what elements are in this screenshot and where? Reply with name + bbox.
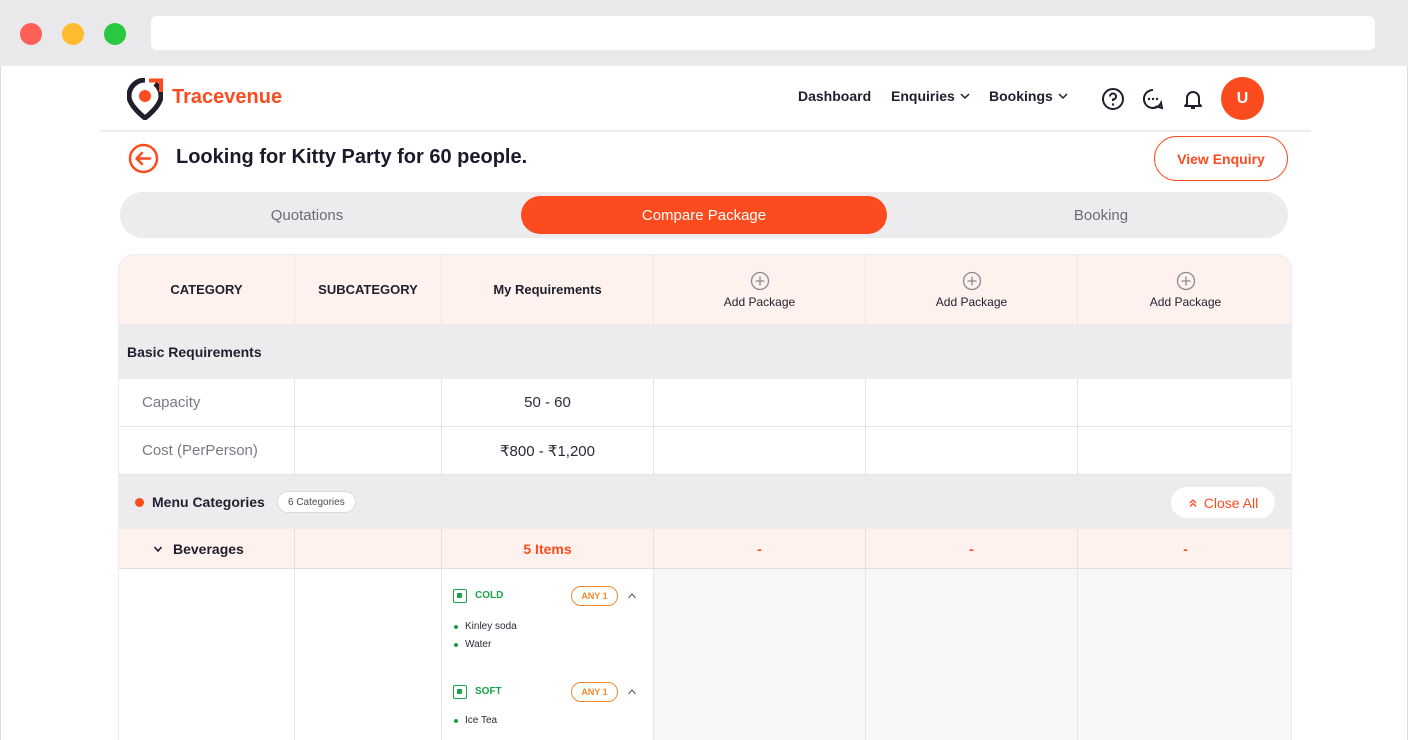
package-cell (1078, 427, 1291, 474)
package-cell (866, 379, 1078, 426)
double-chevron-up-icon (1189, 498, 1197, 507)
package-cell (1078, 379, 1291, 426)
tab-bar: Quotations Compare Package Booking (120, 192, 1288, 238)
row-subcategory (295, 379, 442, 426)
help-icon[interactable] (1101, 87, 1125, 111)
add-package-button[interactable]: Add Package (654, 255, 866, 324)
close-all-button[interactable]: Close All (1170, 486, 1276, 519)
add-package-label: Add Package (935, 294, 1008, 309)
package-cell (654, 379, 866, 426)
package-cell (866, 569, 1078, 740)
package-cell (1078, 569, 1291, 740)
package-cell (654, 569, 866, 740)
beverages-items-count: 5 Items (442, 529, 654, 568)
add-circle-icon (750, 271, 769, 290)
section-title: Basic Requirements (127, 344, 262, 360)
row-subcategory (295, 427, 442, 474)
chat-icon[interactable] (1141, 87, 1165, 111)
veg-icon (453, 685, 467, 699)
add-circle-icon (962, 271, 981, 290)
package-dash: - (866, 529, 1078, 568)
close-all-label: Close All (1203, 494, 1259, 511)
add-package-label: Add Package (723, 294, 796, 309)
package-cell (654, 427, 866, 474)
nav-enquiries[interactable]: Enquiries (891, 88, 971, 104)
row-label: Cost (PerPerson) (119, 427, 295, 474)
close-window-button[interactable] (20, 23, 42, 45)
beverages-row[interactable]: Beverages 5 Items - - - (119, 529, 1291, 569)
nav-bookings-label: Bookings (989, 88, 1053, 104)
address-bar[interactable] (151, 16, 1375, 50)
group-name: COLD (475, 590, 504, 601)
status-dot (135, 498, 144, 507)
categories-count-badge: 6 Categories (277, 491, 356, 513)
avatar[interactable]: U (1221, 77, 1264, 120)
add-package-button[interactable]: Add Package (1078, 255, 1291, 324)
list-item: Water (453, 639, 492, 650)
chevron-down-icon (1058, 93, 1068, 100)
page-title: Looking for Kitty Party for 60 people. (176, 146, 528, 168)
row-value: 50 - 60 (442, 379, 654, 426)
col-subcategory: SUBCATEGORY (295, 255, 442, 324)
add-package-button[interactable]: Add Package (866, 255, 1078, 324)
nav-enquiries-label: Enquiries (891, 88, 955, 104)
back-arrow-icon[interactable] (128, 143, 159, 174)
nav-dashboard[interactable]: Dashboard (798, 88, 871, 104)
col-my-requirements: My Requirements (442, 255, 654, 324)
row-value: ₹800 - ₹1,200 (442, 427, 654, 474)
list-item: Kinley soda (454, 621, 517, 632)
page-viewport: Tracevenue Dashboard Enquiries Bookings … (0, 66, 1408, 740)
beverages-subcategory (295, 529, 442, 568)
tab-compare-package[interactable]: Compare Package (521, 196, 887, 234)
table-row: Capacity 50 - 60 (119, 379, 1291, 427)
list-item: Ice Tea (453, 715, 498, 726)
top-header: Tracevenue Dashboard Enquiries Bookings … (100, 66, 1311, 132)
chevron-up-icon[interactable] (627, 591, 637, 601)
chevron-up-icon[interactable] (627, 687, 637, 697)
bell-icon[interactable] (1181, 87, 1205, 111)
row-label: Capacity (119, 379, 295, 426)
chevron-down-icon (153, 545, 163, 552)
tab-quotations[interactable]: Quotations (124, 196, 490, 234)
rule-badge: ANY 1 (571, 682, 618, 702)
package-dash: - (1183, 540, 1188, 557)
nav-dashboard-label: Dashboard (798, 88, 872, 104)
beverages-toggle[interactable]: Beverages (119, 529, 295, 568)
veg-icon (453, 589, 467, 603)
nav-bookings[interactable]: Bookings (989, 88, 1069, 104)
rule-badge: ANY 1 (571, 586, 618, 606)
brand-name[interactable]: Tracevenue (172, 86, 282, 109)
package-dash: - (654, 529, 866, 568)
add-package-label: Add Package (1149, 294, 1222, 309)
menu-categories-section: Menu Categories 6 Categories Close All (119, 475, 1291, 529)
group-name: SOFT (475, 686, 502, 697)
compare-table: CATEGORY SUBCATEGORY My Requirements Add… (118, 254, 1292, 740)
table-row: Cost (PerPerson) ₹800 - ₹1,200 (119, 427, 1291, 475)
package-cell (866, 427, 1078, 474)
details-subcategory (295, 569, 442, 740)
avatar-initial: U (1236, 89, 1249, 107)
add-circle-icon (1176, 271, 1195, 290)
beverages-label: Beverages (173, 540, 244, 557)
details-category (119, 569, 295, 740)
tab-booking[interactable]: Booking (918, 196, 1284, 234)
beverages-details: COLD ANY 1 Kinley soda Water SOFT ANY 1 … (119, 569, 1291, 740)
col-category: CATEGORY (119, 255, 295, 324)
browser-chrome (0, 0, 1408, 66)
tracevenue-logo-icon (127, 78, 163, 120)
view-enquiry-button[interactable]: View Enquiry (1154, 136, 1288, 181)
basic-requirements-section: Basic Requirements (119, 325, 1291, 379)
maximize-window-button[interactable] (104, 23, 126, 45)
chevron-down-icon (960, 93, 970, 100)
table-header: CATEGORY SUBCATEGORY My Requirements Add… (119, 255, 1291, 325)
menu-categories-label: Menu Categories (152, 494, 265, 510)
minimize-window-button[interactable] (62, 23, 84, 45)
